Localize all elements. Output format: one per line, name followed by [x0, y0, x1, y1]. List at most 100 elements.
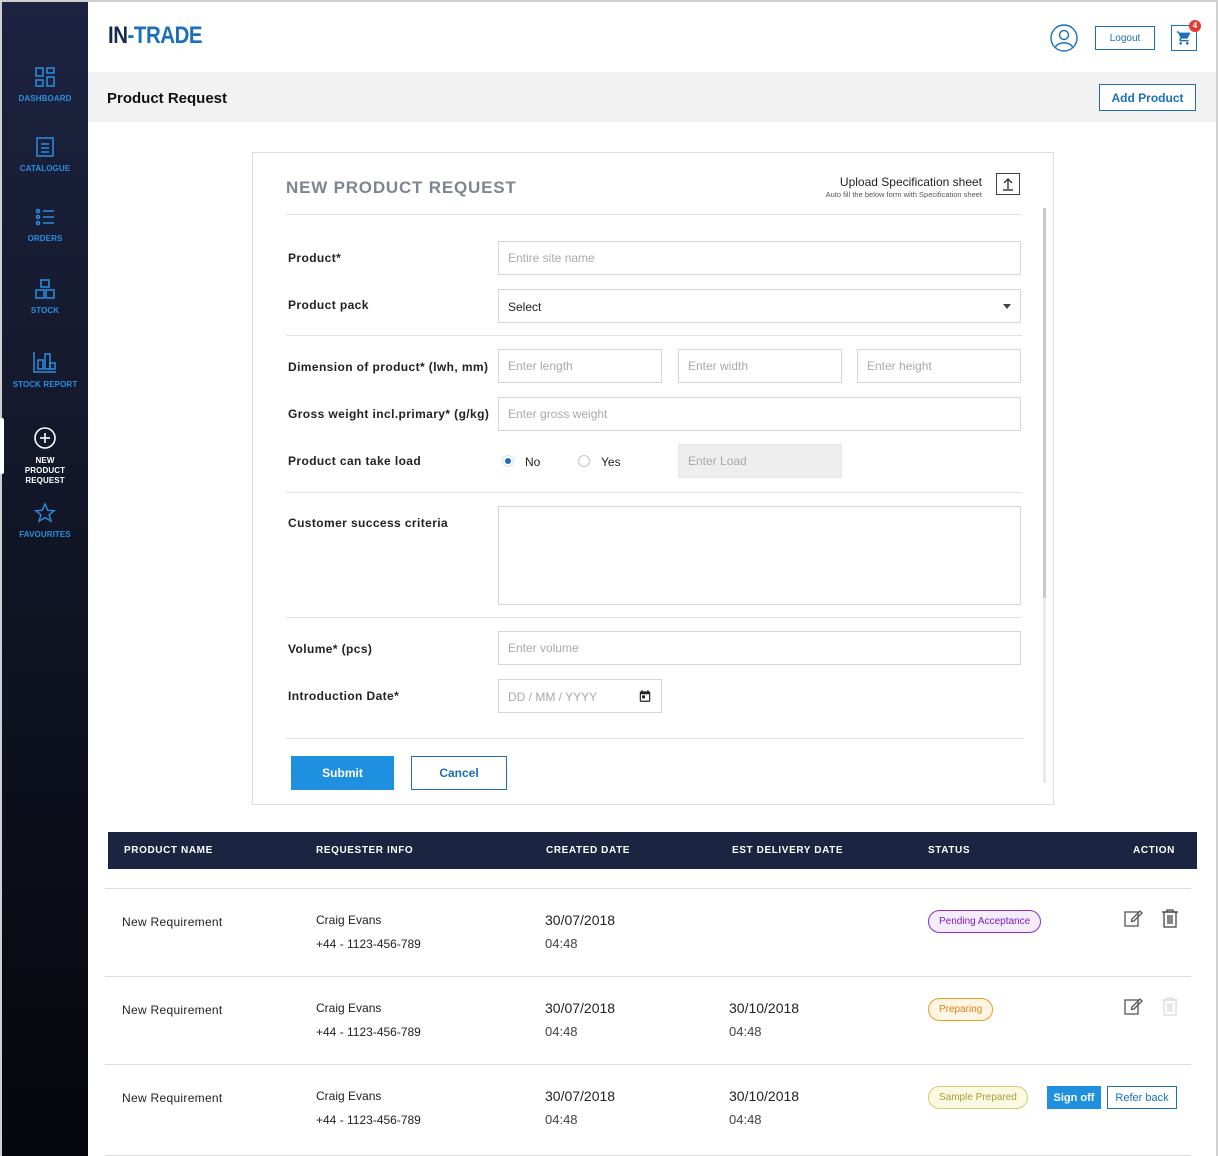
load-yes-radio[interactable] — [578, 455, 590, 467]
star-icon — [34, 502, 56, 523]
product-pack-label: Product pack — [288, 298, 369, 312]
sidebar-item-label: STOCK — [30, 306, 60, 315]
column-header-action: ACTION — [1133, 845, 1175, 856]
column-header-est-delivery-date[interactable]: EST DELIVERY DATE — [732, 845, 843, 856]
form-divider — [286, 335, 1022, 336]
upload-spec-label[interactable]: Upload Specification sheet — [840, 175, 982, 189]
page-title: Product Request — [107, 90, 228, 107]
sidebar: DASHBOARD CATALOGUE ORDERS STOCK STOCK R… — [0, 2, 88, 1156]
delivery-time-cell: 04:48 — [729, 1024, 762, 1039]
height-input[interactable] — [857, 349, 1021, 383]
orders-icon — [35, 208, 54, 226]
status-badge: Sample Prepared — [928, 1086, 1028, 1109]
product-name-cell: New Requirement — [122, 915, 223, 929]
delete-icon[interactable] — [1160, 908, 1180, 928]
load-no-label[interactable]: No — [525, 455, 540, 469]
created-date-cell: 30/07/2018 — [545, 1088, 616, 1104]
product-input[interactable] — [498, 241, 1021, 275]
created-time-cell: 04:48 — [545, 1112, 578, 1127]
cancel-button[interactable]: Cancel — [411, 756, 507, 790]
table-row[interactable]: New Requirement Craig Evans +44 - 1123-4… — [105, 888, 1191, 976]
cart-icon — [1176, 31, 1191, 45]
column-header-created-date[interactable]: CREATED DATE — [546, 845, 630, 856]
sidebar-item-label: ORDERS — [27, 234, 63, 243]
introduction-date-input[interactable]: DD / MM / YYYY — [498, 679, 662, 713]
sidebar-item-catalogue[interactable]: CATALOGUE — [2, 136, 88, 174]
sidebar-item-label: DASHBOARD — [18, 94, 72, 103]
sidebar-item-label: STOCK REPORT — [12, 380, 78, 389]
requests-table-header: PRODUCT NAME REQUESTER INFO CREATED DATE… — [108, 832, 1197, 869]
gross-weight-input[interactable] — [498, 397, 1021, 431]
created-time-cell: 04:48 — [545, 1024, 578, 1039]
sidebar-item-stock-report[interactable]: STOCK REPORT — [2, 350, 88, 390]
length-input[interactable] — [498, 349, 662, 383]
upload-spec-button[interactable] — [996, 173, 1020, 195]
success-criteria-label: Customer success criteria — [288, 516, 449, 530]
edit-icon[interactable] — [1123, 996, 1143, 1016]
success-criteria-textarea[interactable] — [498, 506, 1021, 605]
form-divider — [286, 214, 1022, 215]
status-badge: Pending Acceptance — [928, 910, 1042, 933]
stock-report-icon — [33, 352, 56, 373]
product-pack-value: Select — [508, 300, 542, 314]
form-scrollbar-thumb[interactable] — [1043, 208, 1046, 598]
calendar-icon[interactable] — [638, 689, 652, 703]
column-header-product-name[interactable]: PRODUCT NAME — [124, 845, 213, 856]
product-name-cell: New Requirement — [122, 1091, 223, 1105]
requester-name-cell: Craig Evans — [316, 1001, 382, 1015]
form-divider — [286, 738, 1024, 739]
submit-button[interactable]: Submit — [291, 756, 394, 790]
table-row[interactable]: New Requirement Craig Evans +44 - 1123-4… — [105, 976, 1191, 1064]
upload-spec-hint: Auto fill the below form with Specificat… — [825, 190, 982, 199]
requester-name-cell: Craig Evans — [316, 1089, 382, 1103]
stock-icon — [35, 279, 55, 299]
edit-icon[interactable] — [1123, 908, 1143, 928]
brand-logo[interactable]: IN-TRADE — [108, 22, 202, 50]
requester-name-cell: Craig Evans — [316, 913, 382, 927]
form-scrollbar[interactable] — [1043, 208, 1046, 783]
product-label: Product* — [288, 251, 342, 265]
volume-input[interactable] — [498, 631, 1021, 665]
gross-weight-label: Gross weight incl.primary* (g/kg) — [288, 407, 490, 421]
introduction-date-label: Introduction Date* — [288, 689, 400, 703]
date-placeholder: DD / MM / YYYY — [508, 690, 598, 704]
dimension-label: Dimension of product* (lwh, mm) — [288, 360, 489, 374]
cart-count-badge: 4 — [1189, 20, 1201, 32]
table-row[interactable]: New Requirement Craig Evans +44 - 1123-4… — [105, 1064, 1191, 1156]
user-profile-icon[interactable] — [1050, 24, 1078, 52]
column-header-requester-info[interactable]: REQUESTER INFO — [316, 845, 413, 856]
refer-back-button[interactable]: Refer back — [1107, 1086, 1177, 1109]
sidebar-item-stock[interactable]: STOCK — [2, 278, 88, 316]
sign-off-button[interactable]: Sign off — [1047, 1086, 1101, 1109]
requester-phone-cell: +44 - 1123-456-789 — [316, 1025, 421, 1039]
app-window: DASHBOARD CATALOGUE ORDERS STOCK STOCK R… — [0, 0, 1218, 1156]
upload-icon — [1003, 178, 1013, 191]
load-input[interactable] — [678, 444, 842, 478]
sidebar-item-new-product-request[interactable]: NEW PRODUCT REQUEST — [0, 418, 88, 486]
catalogue-icon — [36, 137, 54, 157]
product-pack-select[interactable]: Select — [498, 289, 1021, 323]
sidebar-item-orders[interactable]: ORDERS — [2, 206, 88, 244]
sidebar-item-favourites[interactable]: FAVOURITES — [2, 502, 88, 540]
product-name-cell: New Requirement — [122, 1003, 223, 1017]
dashboard-icon — [35, 67, 55, 87]
column-header-status[interactable]: STATUS — [928, 845, 970, 856]
top-header: IN-TRADE Logout 4 — [88, 2, 1216, 72]
requester-phone-cell: +44 - 1123-456-789 — [316, 937, 421, 951]
new-product-request-form: NEW PRODUCT REQUEST Upload Specification… — [252, 152, 1054, 805]
form-divider — [286, 492, 1022, 493]
load-yes-label[interactable]: Yes — [601, 455, 621, 469]
delete-icon-disabled — [1162, 997, 1178, 1016]
load-no-radio[interactable] — [502, 455, 514, 467]
sidebar-item-label: NEW PRODUCT REQUEST — [24, 456, 66, 485]
status-badge: Preparing — [928, 998, 994, 1021]
width-input[interactable] — [678, 349, 842, 383]
logo-part-1: IN — [108, 22, 128, 49]
add-product-button[interactable]: Add Product — [1099, 84, 1196, 111]
requester-phone-cell: +44 - 1123-456-789 — [316, 1113, 421, 1127]
form-divider — [286, 617, 1022, 618]
delivery-date-cell: 30/10/2018 — [729, 1088, 800, 1104]
plus-circle-icon — [34, 427, 56, 449]
sidebar-item-dashboard[interactable]: DASHBOARD — [2, 66, 88, 104]
logout-button[interactable]: Logout — [1095, 26, 1155, 50]
